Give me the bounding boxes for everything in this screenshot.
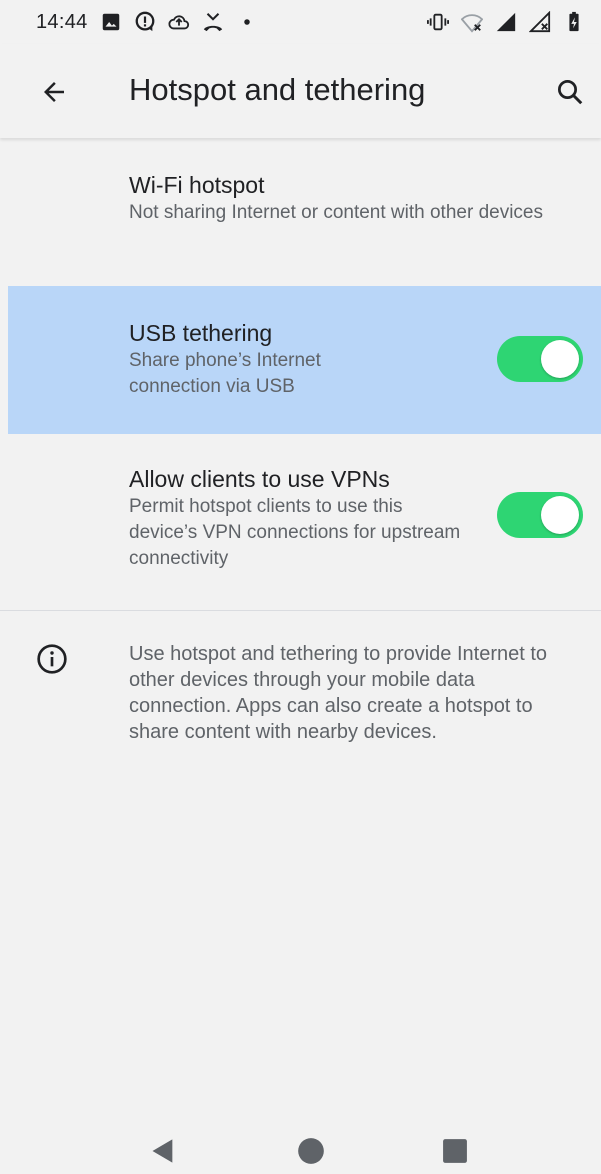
wifi-hotspot-summary: Not sharing Internet or content with oth… bbox=[129, 202, 544, 223]
search-button[interactable] bbox=[550, 72, 590, 112]
gallery-icon bbox=[102, 13, 119, 31]
allow-vpn-switch[interactable] bbox=[497, 492, 583, 538]
alert-icon bbox=[135, 11, 154, 32]
allow-vpn-preference[interactable]: Allow clients to use VPNs Permit hotspot… bbox=[0, 434, 601, 610]
wifi-hotspot-preference[interactable]: Wi-Fi hotspot Not sharing Internet or co… bbox=[0, 140, 601, 286]
status-bar-left: 14:44 bbox=[36, 11, 258, 34]
back-triangle-icon bbox=[152, 1139, 173, 1163]
usb-tethering-text: USB tethering Share phone’s Internet con… bbox=[129, 318, 389, 400]
preference-list: Wi-Fi hotspot Not sharing Internet or co… bbox=[0, 140, 601, 811]
missed-call-icon bbox=[203, 13, 222, 32]
app-bar: Hotspot and tethering bbox=[0, 44, 601, 138]
signal-off-icon bbox=[529, 11, 551, 33]
vibrate-icon bbox=[427, 13, 449, 31]
info-icon bbox=[37, 644, 67, 674]
search-icon bbox=[558, 80, 583, 105]
battery-icon bbox=[569, 11, 579, 32]
wifi-hotspot-title: Wi-Fi hotspot bbox=[129, 172, 265, 198]
status-bar-right bbox=[427, 11, 585, 33]
usb-tethering-summary: Share phone’s Internet connection via US… bbox=[129, 350, 321, 397]
footer-text: Use hotspot and tethering to provide Int… bbox=[129, 643, 548, 743]
status-time: 14:44 bbox=[36, 10, 88, 33]
cloud-upload-icon bbox=[168, 15, 189, 30]
arrow-back-icon bbox=[44, 82, 64, 102]
nav-back-button[interactable] bbox=[148, 1136, 178, 1166]
allow-vpn-title: Allow clients to use VPNs bbox=[129, 466, 390, 492]
usb-tethering-preference[interactable]: USB tethering Share phone’s Internet con… bbox=[8, 286, 601, 434]
wifi-off-icon bbox=[461, 14, 483, 33]
home-circle-icon bbox=[298, 1138, 324, 1164]
back-button[interactable] bbox=[36, 74, 72, 110]
allow-vpn-summary: Permit hotspot clients to use this devic… bbox=[129, 496, 461, 569]
dot-icon bbox=[243, 19, 250, 25]
nav-recents-button[interactable] bbox=[440, 1136, 470, 1166]
footer-info: Use hotspot and tethering to provide Int… bbox=[0, 611, 601, 811]
allow-vpn-text: Allow clients to use VPNs Permit hotspot… bbox=[129, 464, 469, 572]
wifi-hotspot-text: Wi-Fi hotspot Not sharing Internet or co… bbox=[129, 170, 569, 226]
nav-home-button[interactable] bbox=[296, 1136, 326, 1166]
usb-tethering-switch[interactable] bbox=[497, 336, 583, 382]
page-title: Hotspot and tethering bbox=[129, 72, 426, 107]
status-bar: 14:44 bbox=[0, 0, 601, 44]
usb-tethering-title: USB tethering bbox=[129, 320, 273, 346]
recents-square-icon bbox=[443, 1139, 467, 1163]
signal-icon bbox=[496, 12, 516, 32]
navigation-bar bbox=[0, 1120, 601, 1174]
